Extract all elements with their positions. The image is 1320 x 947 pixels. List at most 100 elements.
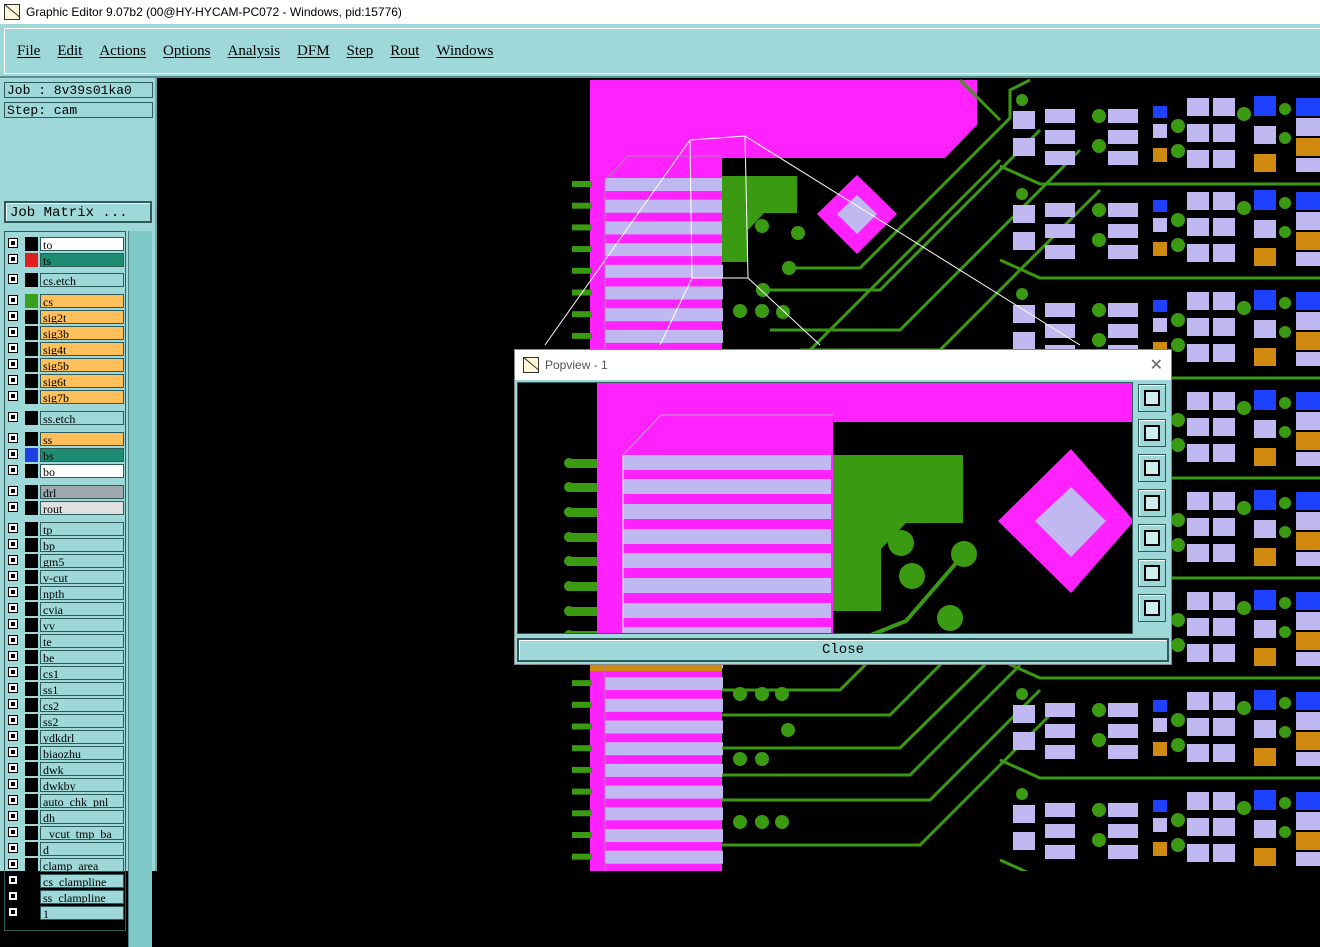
layer-name[interactable]: dwk [40, 762, 124, 776]
layer-name[interactable]: cs [40, 294, 124, 308]
layer-row[interactable]: bo [5, 464, 125, 478]
layer-row[interactable]: drl [5, 485, 125, 499]
layer-row[interactable]: sig2t [5, 310, 125, 324]
layer-row[interactable]: dh [5, 810, 125, 824]
layer-color-swatch[interactable] [25, 618, 38, 632]
layer-name[interactable]: te [40, 634, 124, 648]
layer-color-swatch[interactable] [25, 794, 38, 808]
layer-checkbox[interactable] [8, 274, 18, 284]
layer-checkbox[interactable] [8, 254, 18, 264]
pan-left-icon[interactable] [1138, 489, 1166, 517]
layer-color-swatch[interactable] [25, 273, 38, 287]
layer-color-swatch[interactable] [25, 294, 38, 308]
layer-color-swatch[interactable] [25, 411, 38, 425]
layer-name[interactable]: tp [40, 522, 124, 536]
layer-name[interactable]: rout [40, 501, 124, 515]
layer-color-swatch[interactable] [25, 906, 38, 920]
layer-row[interactable]: ss_clampline [5, 890, 125, 904]
layer-color-swatch[interactable] [25, 858, 38, 872]
layer-color-swatch[interactable] [25, 570, 38, 584]
layer-checkbox[interactable] [8, 891, 18, 901]
layer-name[interactable]: cs.etch [40, 273, 124, 287]
layer-checkbox[interactable] [8, 587, 18, 597]
layer-row[interactable]: dwkby [5, 778, 125, 792]
layer-color-swatch[interactable] [25, 464, 38, 478]
layer-name[interactable]: clamp_area [40, 858, 124, 872]
layer-row[interactable]: rout [5, 501, 125, 515]
layer-name[interactable]: biaozhu [40, 746, 124, 760]
layer-row[interactable]: sig7b [5, 390, 125, 404]
layer-color-swatch[interactable] [25, 890, 38, 904]
layer-color-swatch[interactable] [25, 762, 38, 776]
layer-row[interactable]: d [5, 842, 125, 856]
layer-checkbox[interactable] [8, 502, 18, 512]
layer-checkbox[interactable] [8, 763, 18, 773]
layer-row[interactable]: gm5 [5, 554, 125, 568]
pan-up-icon[interactable] [1138, 419, 1166, 447]
layer-checkbox[interactable] [8, 875, 18, 885]
layer-name[interactable]: sig4t [40, 342, 124, 356]
layer-color-swatch[interactable] [25, 501, 38, 515]
layer-color-swatch[interactable] [25, 810, 38, 824]
layer-row[interactable]: bs [5, 448, 125, 462]
layer-checkbox[interactable] [8, 603, 18, 613]
layer-name[interactable]: ydkdrl [40, 730, 124, 744]
layer-checkbox[interactable] [8, 359, 18, 369]
layer-color-swatch[interactable] [25, 778, 38, 792]
job-matrix-button[interactable]: Job Matrix ... [4, 201, 152, 223]
layer-color-swatch[interactable] [25, 826, 38, 840]
layer-checkbox[interactable] [8, 523, 18, 533]
layer-row[interactable]: tp [5, 522, 125, 536]
layer-row[interactable]: 1 [5, 906, 125, 920]
layer-checkbox[interactable] [8, 295, 18, 305]
layer-row[interactable]: be [5, 650, 125, 664]
layer-name[interactable]: ss1 [40, 682, 124, 696]
layer-row[interactable]: to [5, 237, 125, 251]
layer-color-swatch[interactable] [25, 746, 38, 760]
layer-color-swatch[interactable] [25, 602, 38, 616]
layer-checkbox[interactable] [8, 412, 18, 422]
menu-dfm[interactable]: DFM [297, 43, 330, 60]
layer-checkbox[interactable] [8, 827, 18, 837]
layer-row[interactable]: sig3b [5, 326, 125, 340]
layer-row[interactable]: auto_chk_pnl [5, 794, 125, 808]
layer-checkbox[interactable] [8, 449, 18, 459]
layer-name[interactable]: cs_clampline [40, 874, 124, 888]
layer-color-swatch[interactable] [25, 310, 38, 324]
layer-row[interactable]: npth [5, 586, 125, 600]
layer-checkbox[interactable] [8, 311, 18, 321]
layer-row[interactable]: v-cut [5, 570, 125, 584]
layer-row[interactable]: _vcut_tmp_ba [5, 826, 125, 840]
layer-row[interactable]: ydkdrl [5, 730, 125, 744]
layer-color-swatch[interactable] [25, 374, 38, 388]
layer-checkbox[interactable] [8, 811, 18, 821]
layer-name[interactable]: 1 [40, 906, 124, 920]
layer-name[interactable]: be [40, 650, 124, 664]
layer-checkbox[interactable] [8, 486, 18, 496]
layer-row[interactable]: cs2 [5, 698, 125, 712]
menu-actions[interactable]: Actions [99, 43, 146, 60]
layer-color-swatch[interactable] [25, 554, 38, 568]
menu-analysis[interactable]: Analysis [228, 43, 281, 60]
layer-row[interactable]: biaozhu [5, 746, 125, 760]
layer-row[interactable]: sig4t [5, 342, 125, 356]
layer-name[interactable]: bp [40, 538, 124, 552]
layer-name[interactable]: auto_chk_pnl [40, 794, 124, 808]
layer-checkbox[interactable] [8, 651, 18, 661]
layer-name[interactable]: cvia [40, 602, 124, 616]
pan-down-icon[interactable] [1138, 454, 1166, 482]
layer-color-swatch[interactable] [25, 698, 38, 712]
pan-right-icon[interactable] [1138, 524, 1166, 552]
layer-checkbox[interactable] [8, 375, 18, 385]
zoom-window-icon[interactable] [1138, 384, 1166, 412]
layer-checkbox[interactable] [8, 795, 18, 805]
layer-color-swatch[interactable] [25, 634, 38, 648]
layer-name[interactable]: sig5b [40, 358, 124, 372]
popview-canvas[interactable] [517, 382, 1133, 634]
layer-name[interactable]: npth [40, 586, 124, 600]
layer-name[interactable]: sig3b [40, 326, 124, 340]
layer-color-swatch[interactable] [25, 485, 38, 499]
layer-color-swatch[interactable] [25, 874, 38, 888]
layer-color-swatch[interactable] [25, 842, 38, 856]
layer-row[interactable]: ts [5, 253, 125, 267]
